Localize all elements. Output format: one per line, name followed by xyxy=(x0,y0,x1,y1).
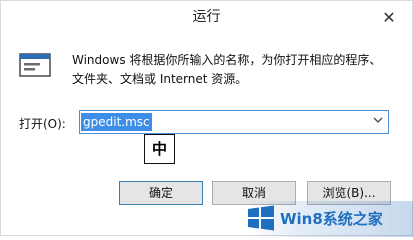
chevron-down-icon[interactable] xyxy=(372,115,384,129)
ime-indicator: 中 xyxy=(144,134,175,164)
chevron-down-svg xyxy=(373,117,383,123)
command-input-value[interactable]: gpedit.msc xyxy=(81,113,152,131)
window-title: 运行 xyxy=(192,9,221,25)
dialog-description: Windows 将根据你所输入的名称，为你打开相应的程序、文件夹、文档或 Int… xyxy=(72,53,382,86)
windows-logo-icon xyxy=(248,205,274,231)
watermark-text: Win8系统之家 xyxy=(280,210,383,228)
open-label: 打开(O): xyxy=(19,117,66,131)
ok-button[interactable]: 确定 xyxy=(119,181,203,205)
close-icon: ✕ xyxy=(382,8,396,27)
run-dialog-window: 运行 ✕ Windows 将根据你所输入的名称，为你打开相应的程序、文件夹、文档… xyxy=(0,0,413,237)
run-command-combobox[interactable]: gpedit.msc xyxy=(79,110,389,134)
titlebar: 运行 ✕ xyxy=(1,1,412,34)
close-button[interactable]: ✕ xyxy=(378,7,400,29)
run-dialog-icon xyxy=(19,53,51,77)
